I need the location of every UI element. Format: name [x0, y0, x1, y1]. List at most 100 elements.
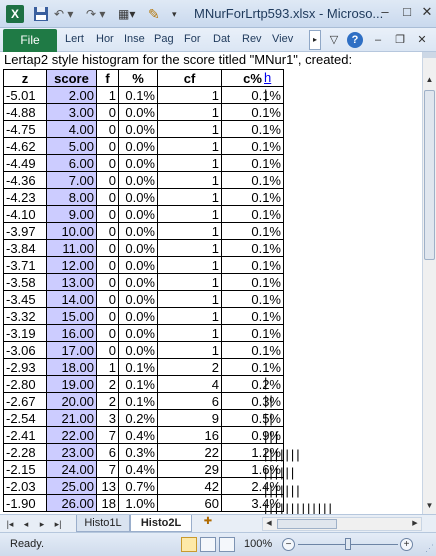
workbook-restore-icon[interactable]: ❐ [392, 32, 408, 48]
cell-score[interactable]: 9.00 [46, 205, 97, 223]
redo-icon[interactable]: ↷ ▾ [86, 5, 112, 23]
sheet-tab-histo1l[interactable]: Histo1L [76, 515, 130, 532]
cell-cumulative-percent[interactable]: 0.1% [221, 205, 284, 223]
cell-score[interactable]: 13.00 [46, 273, 97, 291]
histogram-caption[interactable]: Lertap2 style histogram for the score ti… [4, 52, 352, 69]
cell-f[interactable]: 1 [96, 358, 119, 376]
cell-cumulative-percent[interactable]: 0.1% [221, 307, 284, 325]
first-sheet-icon[interactable]: |◂ [4, 517, 16, 531]
cell-score[interactable]: 5.00 [46, 137, 97, 155]
cell-z[interactable]: -3.06 [3, 341, 47, 359]
workbook-close-icon[interactable]: ✕ [414, 32, 430, 48]
cell-z[interactable]: -2.41 [3, 426, 47, 444]
ribbon-tab-data[interactable]: Dat [213, 33, 230, 45]
cell-score[interactable]: 14.00 [46, 290, 97, 308]
zoom-out-button[interactable]: − [282, 538, 295, 551]
cell-cumulative-percent[interactable]: 0.1% [221, 120, 284, 138]
cell-f[interactable]: 2 [96, 375, 119, 393]
cell-f[interactable]: 0 [96, 120, 119, 138]
cell-percent[interactable]: 0.3% [118, 443, 158, 461]
cell-cf[interactable]: 9 [157, 409, 222, 427]
normal-view-icon[interactable] [181, 537, 197, 552]
cell-cf[interactable]: 2 [157, 358, 222, 376]
header-score[interactable]: score [46, 69, 97, 87]
cell-f[interactable]: 0 [96, 222, 119, 240]
cell-z[interactable]: -2.80 [3, 375, 47, 393]
scroll-up-icon[interactable]: ▲ [423, 72, 436, 88]
zoom-in-button[interactable]: + [400, 538, 413, 551]
cell-z[interactable]: -3.71 [3, 256, 47, 274]
scroll-down-icon[interactable]: ▼ [423, 498, 436, 514]
cell-percent[interactable]: 0.0% [118, 171, 158, 189]
cell-cumulative-percent[interactable]: 0.2% [221, 375, 284, 393]
cell-f[interactable]: 2 [96, 392, 119, 410]
cell-f[interactable]: 0 [96, 188, 119, 206]
cell-f[interactable]: 7 [96, 426, 119, 444]
cell-cf[interactable]: 1 [157, 290, 222, 308]
cell-percent[interactable]: 0.0% [118, 256, 158, 274]
qat-customize-icon[interactable]: ▾ [172, 5, 190, 23]
ribbon-scroll-arrow-icon[interactable]: ▸ [309, 30, 321, 50]
cell-cf[interactable]: 4 [157, 375, 222, 393]
cell-percent[interactable]: 0.1% [118, 392, 158, 410]
cell-percent[interactable]: 0.0% [118, 205, 158, 223]
header-percent[interactable]: % [118, 69, 158, 87]
cell-cumulative-percent[interactable]: 0.1% [221, 103, 284, 121]
cell-percent[interactable]: 0.0% [118, 341, 158, 359]
cell-score[interactable]: 10.00 [46, 222, 97, 240]
cell-cf[interactable]: 6 [157, 392, 222, 410]
cell-percent[interactable]: 0.2% [118, 409, 158, 427]
cell-z[interactable]: -3.58 [3, 273, 47, 291]
cell-z[interactable]: -3.32 [3, 307, 47, 325]
ribbon-tab-home[interactable]: Hor [96, 33, 114, 45]
cell-cf[interactable]: 1 [157, 273, 222, 291]
cell-z[interactable]: -3.19 [3, 324, 47, 342]
cell-cf[interactable]: 1 [157, 137, 222, 155]
cell-z[interactable]: -4.88 [3, 103, 47, 121]
sheet-tab-histo2l[interactable]: Histo2L [130, 515, 192, 532]
header-z[interactable]: z [3, 69, 47, 87]
cell-percent[interactable]: 0.0% [118, 154, 158, 172]
cell-score[interactable]: 16.00 [46, 324, 97, 342]
cell-cf[interactable]: 1 [157, 86, 222, 104]
cell-z[interactable]: -2.15 [3, 460, 47, 478]
scroll-right-icon[interactable]: ▶ [409, 518, 421, 530]
layout-icon[interactable]: ▦▾ [118, 5, 142, 23]
vertical-scroll-thumb[interactable] [424, 90, 435, 260]
cell-cf[interactable]: 22 [157, 443, 222, 461]
ribbon-tab-page-layout[interactable]: Pag [154, 33, 174, 45]
cell-score[interactable]: 19.00 [46, 375, 97, 393]
vertical-scrollbar[interactable]: ▲ ▼ [422, 52, 436, 514]
ribbon-tab-lertap[interactable]: Lert [65, 33, 84, 45]
cell-percent[interactable]: 0.0% [118, 103, 158, 121]
cell-cumulative-percent[interactable]: 0.1% [221, 222, 284, 240]
cell-f[interactable]: 0 [96, 307, 119, 325]
ribbon-tab-review[interactable]: Rev [242, 33, 262, 45]
cell-score[interactable]: 7.00 [46, 171, 97, 189]
cell-score[interactable]: 6.00 [46, 154, 97, 172]
next-sheet-icon[interactable]: ▸ [36, 517, 48, 531]
cell-cumulative-percent[interactable]: 0.1% [221, 86, 284, 104]
cell-z[interactable]: -1.90 [3, 494, 47, 512]
horizontal-scrollbar[interactable]: ◀ ▶ [262, 517, 422, 531]
cell-f[interactable]: 13 [96, 477, 119, 495]
cell-f[interactable]: 3 [96, 409, 119, 427]
cell-f[interactable]: 18 [96, 494, 119, 512]
split-handle[interactable] [423, 52, 436, 58]
cell-f[interactable]: 0 [96, 137, 119, 155]
save-icon[interactable] [32, 5, 50, 23]
cell-score[interactable]: 22.00 [46, 426, 97, 444]
cell-cumulative-percent[interactable]: 0.1% [221, 154, 284, 172]
cell-score[interactable]: 18.00 [46, 358, 97, 376]
cell-cumulative-percent[interactable]: 0.1% [221, 324, 284, 342]
cell-cf[interactable]: 42 [157, 477, 222, 495]
cell-f[interactable]: 0 [96, 256, 119, 274]
cell-cumulative-percent[interactable]: 0.1% [221, 290, 284, 308]
resize-grip-icon[interactable]: ⋰ [425, 543, 434, 554]
excel-logo-icon[interactable]: X [6, 5, 24, 23]
cell-cf[interactable]: 1 [157, 324, 222, 342]
workbook-minimize-icon[interactable]: – [370, 32, 386, 48]
cell-f[interactable]: 0 [96, 290, 119, 308]
last-sheet-icon[interactable]: ▸| [52, 517, 64, 531]
cell-percent[interactable]: 0.4% [118, 460, 158, 478]
